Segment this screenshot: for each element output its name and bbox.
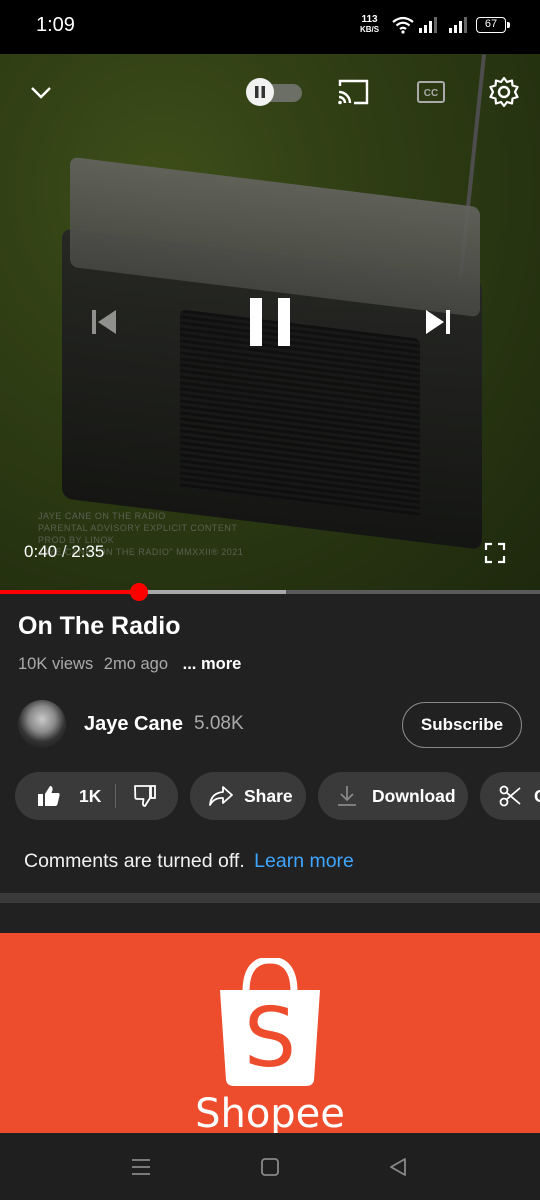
autoplay-toggle[interactable] (246, 78, 302, 106)
home-button[interactable] (256, 1153, 284, 1181)
scrubber-handle[interactable] (130, 583, 149, 601)
view-count: 10K views (18, 655, 94, 673)
wifi-icon (392, 16, 414, 34)
shopee-wordmark: Shopee (195, 1091, 345, 1133)
recents-button[interactable] (127, 1153, 155, 1181)
network-speed-value: 113 (361, 14, 378, 25)
upload-age: 2mo ago (103, 655, 169, 673)
channel-row[interactable]: Jaye Cane 5.08K Subscribe (18, 698, 522, 750)
system-nav-bar (0, 1133, 540, 1200)
subscribe-button[interactable]: Subscribe (402, 702, 522, 748)
svg-text:S: S (244, 991, 296, 1086)
video-player[interactable]: JAYE CANE ON THE RADIO PARENTAL ADVISORY… (0, 54, 540, 592)
section-divider (0, 893, 540, 903)
share-icon (209, 786, 233, 806)
share-label: Share (244, 785, 293, 806)
dislike-button[interactable] (133, 784, 157, 813)
play-pause-button[interactable] (240, 292, 300, 352)
share-button[interactable]: Share (190, 772, 306, 820)
chevron-down-icon (31, 87, 51, 99)
like-divider (115, 784, 116, 808)
skip-next-icon (426, 310, 450, 334)
network-speed: 113 KB/S (360, 15, 379, 35)
autoplay-knob (246, 78, 274, 106)
signal-icon-2 (449, 17, 467, 33)
download-button[interactable]: Download (318, 772, 468, 820)
clip-label: C (534, 786, 540, 807)
previous-button[interactable] (84, 300, 124, 344)
like-dislike-group: 1K (15, 772, 178, 820)
back-button[interactable] (384, 1153, 412, 1181)
download-icon (338, 786, 356, 806)
avatar[interactable] (18, 700, 66, 748)
channel-name[interactable]: Jaye Cane (84, 713, 183, 736)
video-meta[interactable]: 10K views 2mo ago ... more (18, 655, 247, 674)
next-button[interactable] (418, 300, 458, 344)
learn-more-link[interactable]: Learn more (254, 850, 354, 872)
square-icon (261, 1158, 279, 1176)
progress-bar[interactable] (0, 583, 540, 601)
thumbs-down-icon (134, 785, 156, 807)
fullscreen-button[interactable] (482, 540, 508, 566)
cast-button[interactable] (334, 74, 372, 110)
current-time: 0:40 (24, 542, 58, 561)
svg-text:CC: CC (424, 88, 438, 99)
fullscreen-icon (484, 542, 506, 564)
minimize-button[interactable] (24, 76, 58, 110)
scissors-icon (499, 785, 521, 807)
comments-notice: Comments are turned off. Learn more (24, 850, 354, 873)
settings-button[interactable] (484, 72, 524, 112)
pause-icon (250, 298, 290, 346)
cast-icon (338, 79, 369, 105)
clock: 1:09 (36, 14, 75, 36)
thumbs-up-icon (38, 786, 60, 806)
time-display: 0:40 / 2:35 (24, 542, 104, 562)
pause-icon (255, 86, 265, 98)
shopee-ad-banner[interactable]: S Shopee (0, 933, 540, 1133)
gear-icon (489, 76, 519, 108)
back-triangle-icon (390, 1158, 406, 1176)
action-bar: 1K Share Download C (15, 772, 540, 820)
played-bar (0, 590, 140, 594)
clip-button[interactable]: C (480, 772, 540, 820)
time-separator: / (61, 542, 67, 561)
signal-icon (419, 17, 437, 33)
skip-previous-icon (92, 310, 116, 334)
captions-button[interactable]: CC (412, 74, 450, 110)
menu-icon (132, 1159, 150, 1175)
duration: 2:35 (71, 542, 105, 561)
status-bar: 1:09 113 KB/S 67 (0, 0, 540, 54)
like-count: 1K (79, 785, 102, 806)
subscriber-count: 5.08K (194, 713, 244, 734)
shopee-bag-logo: S (220, 958, 320, 1086)
video-title: On The Radio (18, 612, 181, 640)
closed-captions-icon: CC (417, 81, 445, 103)
more-link[interactable]: ... more (183, 655, 242, 673)
battery-icon: 67 (476, 17, 510, 33)
download-label: Download (372, 785, 456, 806)
network-speed-unit: KB/S (360, 25, 380, 34)
like-button[interactable]: 1K (15, 785, 101, 807)
comments-off-text: Comments are turned off. (24, 850, 245, 872)
